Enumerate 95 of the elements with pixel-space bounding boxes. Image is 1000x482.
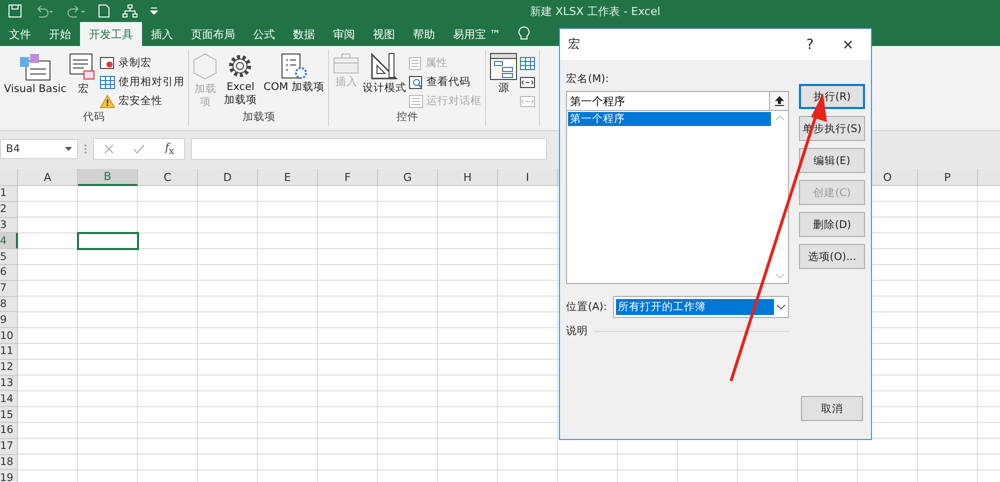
row-header[interactable]: 13 — [0, 376, 18, 392]
toolbox-icon — [333, 53, 360, 74]
ribbon-tab[interactable]: 插入 — [142, 22, 182, 46]
scroll-down-icon[interactable] — [776, 274, 784, 279]
insert-function-button[interactable]: f$_{x}$ — [164, 140, 174, 158]
macro-list-icon — [69, 53, 98, 81]
ribbon-tab[interactable]: 帮助 — [404, 22, 444, 46]
check-icon[interactable] — [133, 144, 146, 154]
group-label: 控件 — [396, 110, 418, 124]
tree-panel-icon — [490, 53, 518, 80]
row-header[interactable]: 7 — [0, 280, 18, 297]
row-header[interactable]: 19 — [0, 470, 18, 482]
row-header[interactable]: 18 — [0, 454, 18, 470]
cancel-button[interactable]: 取消 — [801, 396, 863, 421]
row-header[interactable]: 11 — [0, 344, 18, 360]
chevron-down-icon — [776, 304, 786, 310]
section-label: 说明 — [566, 324, 588, 338]
ribbon-button[interactable]: 设计模式 — [362, 53, 406, 110]
help-button[interactable]: ? — [795, 32, 825, 56]
cancel-icon[interactable] — [104, 144, 114, 154]
ribbon-tab[interactable]: 文件 — [0, 22, 40, 46]
ribbon-icon-button[interactable] — [520, 55, 536, 71]
field-label: 宏名(M): — [566, 72, 610, 86]
group-label: 加载项 — [242, 110, 276, 124]
row-header[interactable]: 6 — [0, 264, 18, 281]
magnifier-document-icon — [409, 76, 424, 88]
row-header[interactable]: 2 — [0, 202, 18, 218]
row-header[interactable]: 15 — [0, 407, 18, 423]
ribbon-button[interactable]: COM 加载项 — [263, 53, 324, 110]
table-icon — [520, 56, 536, 70]
macro-name-field[interactable]: 第一个程序 — [566, 91, 769, 111]
ribbon-tab[interactable]: 开发工具 — [80, 22, 142, 46]
row-header[interactable]: 14 — [0, 391, 18, 408]
ribbon-icon-button[interactable] — [520, 74, 536, 90]
ribbon-tab[interactable]: 页面布局 — [182, 22, 244, 46]
hexagon-icon — [193, 53, 218, 81]
upload-button[interactable] — [769, 91, 789, 111]
ribbon-button[interactable]: Visual Basic — [4, 53, 66, 110]
ribbon-tab[interactable]: 审阅 — [324, 22, 364, 46]
ribbon-button[interactable]: 录制宏 — [100, 55, 184, 71]
formula-field[interactable] — [191, 138, 547, 160]
dialog-button[interactable]: 选项(O)... — [799, 244, 865, 269]
ribbon-button[interactable]: 源 — [490, 53, 518, 124]
dialog-button[interactable]: 编辑(E) — [799, 148, 865, 173]
row-header[interactable]: 16 — [0, 422, 18, 439]
table-icon — [100, 76, 116, 88]
redo-icon[interactable] — [66, 4, 86, 18]
ribbon-tab[interactable]: 开始 — [40, 22, 80, 46]
row-header[interactable]: 9 — [0, 312, 18, 328]
customize-dropdown-icon[interactable] — [150, 7, 158, 15]
row-header[interactable]: 3 — [0, 218, 18, 234]
new-document-icon[interactable] — [98, 4, 110, 18]
ribbon-button[interactable]: 宏安全性 — [100, 93, 184, 109]
ribbon-button[interactable]: 使用相对引用 — [100, 74, 184, 90]
row-header[interactable]: 1 — [0, 186, 18, 202]
row-header[interactable]: 4 — [0, 233, 18, 250]
name-box[interactable]: B4 — [0, 139, 78, 159]
ribbon-tab[interactable]: 易用宝 ™ — [444, 22, 510, 46]
dialog-button[interactable]: 删除(D) — [799, 212, 865, 237]
ribbon-button[interactable]: 查看代码 — [409, 74, 482, 90]
macro-list-item[interactable]: 第一个程序 — [568, 112, 771, 126]
xml-icon — [520, 76, 536, 88]
selected-cell[interactable] — [77, 232, 139, 250]
upload-icon — [774, 96, 784, 106]
dialog-title: 宏 — [568, 36, 581, 53]
window-title: 新建 XLSX 工作表 - Excel — [530, 4, 660, 19]
group-label: 代码 — [83, 110, 106, 124]
dialog-icon — [409, 94, 424, 108]
row-header[interactable]: 12 — [0, 360, 18, 376]
ribbon-tab[interactable]: 公式 — [244, 22, 284, 46]
save-icon[interactable] — [8, 4, 22, 18]
properties-icon — [409, 56, 422, 70]
row-header[interactable]: 8 — [0, 296, 18, 312]
ribbon-button[interactable]: Excel 加载项 — [220, 53, 260, 110]
ribbon-tab[interactable]: 视图 — [364, 22, 404, 46]
hierarchy-icon[interactable] — [122, 4, 138, 18]
code-window-icon — [19, 53, 52, 81]
ribbon-tab[interactable]: 数据 — [284, 22, 324, 46]
column-header[interactable]: B — [78, 169, 138, 186]
scroll-up-icon[interactable] — [776, 115, 784, 120]
row-header[interactable]: 10 — [0, 328, 18, 344]
warning-icon — [100, 94, 116, 108]
record-icon — [100, 56, 116, 70]
row-header[interactable]: 5 — [0, 249, 18, 265]
document-gear-icon — [280, 53, 307, 79]
field-label: 位置(A): — [566, 300, 607, 314]
row-header[interactable]: 17 — [0, 438, 18, 455]
more-icon — [84, 144, 87, 154]
location-dropdown[interactable]: 所有打开的工作簿 — [612, 296, 789, 318]
dropdown-icon — [65, 147, 72, 151]
lightbulb-icon[interactable] — [518, 26, 530, 42]
xml-icon — [520, 96, 536, 106]
ribbon-button[interactable]: 宏 — [69, 53, 98, 110]
close-button[interactable]: × — [833, 32, 863, 56]
gear-icon — [227, 53, 254, 79]
